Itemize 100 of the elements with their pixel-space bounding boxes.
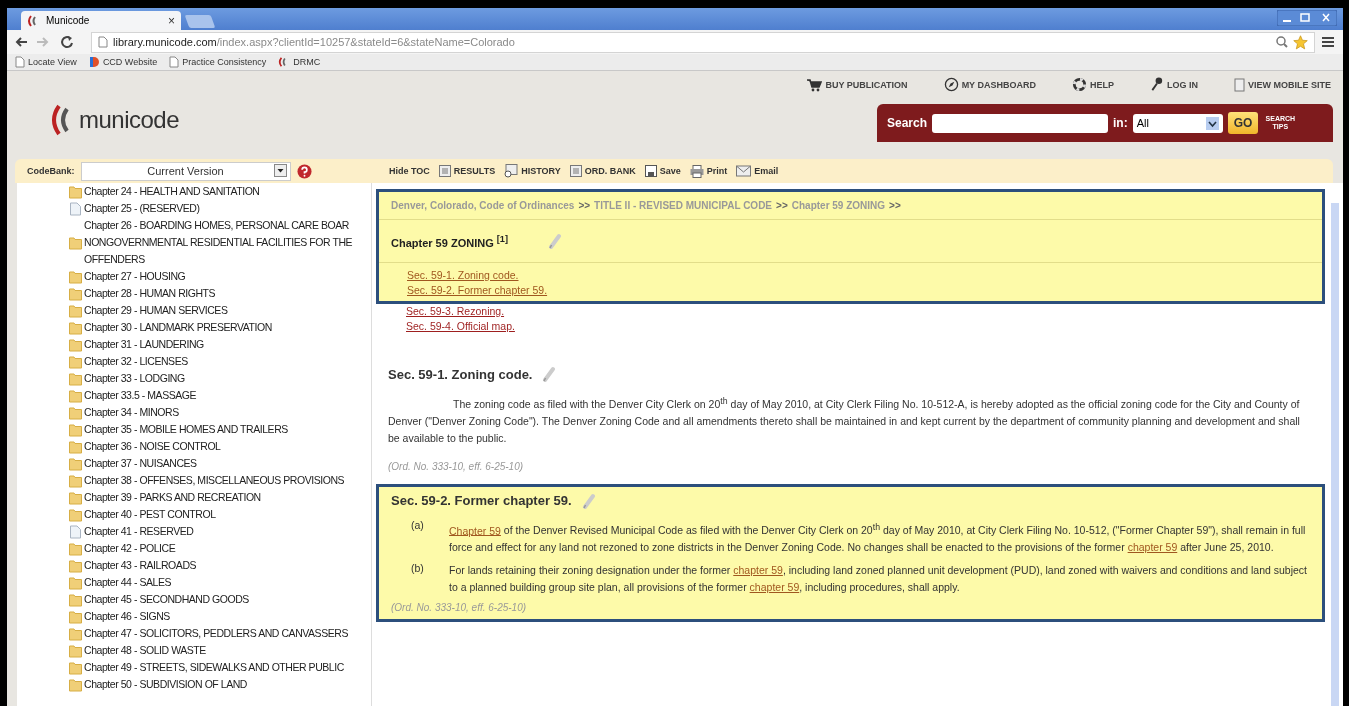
clause-label: (b) — [411, 562, 425, 576]
browser-tab[interactable]: Municode × — [21, 11, 181, 30]
toolbar-button[interactable]: Email — [736, 165, 779, 177]
folder-icon — [69, 609, 82, 624]
breadcrumb-separator: >> — [889, 200, 901, 211]
toc-item[interactable]: Chapter 24 - HEALTH AND SANITATION — [84, 183, 260, 200]
toc-item[interactable]: Chapter 31 - LAUNDERING — [84, 336, 204, 353]
toc-item[interactable]: Chapter 46 - SIGNS — [84, 608, 170, 625]
folder-icon — [69, 507, 82, 522]
folder-icon — [69, 558, 82, 573]
header-link[interactable]: VIEW MOBILE SITE — [1234, 77, 1331, 92]
history-icon — [504, 164, 519, 178]
bookmark-link[interactable]: CCD Website — [88, 56, 158, 68]
header-link[interactable]: MY DASHBOARD — [943, 77, 1036, 92]
toc-item[interactable]: Chapter 48 - SOLID WASTE — [84, 642, 206, 659]
bookmark-link[interactable]: Practice Consistency — [169, 56, 267, 68]
logo-text: municode — [79, 106, 180, 134]
header-link[interactable]: BUY PUBLICATION — [806, 77, 908, 92]
folder-icon — [69, 473, 82, 488]
chapter-title: Chapter 59 ZONING $^{[1]}$ — [391, 233, 508, 249]
window-controls-icon[interactable] — [1277, 10, 1337, 26]
folder-icon — [69, 337, 82, 352]
page-icon — [69, 524, 82, 539]
toc-item[interactable]: Chapter 41 - RESERVED — [84, 523, 194, 540]
toc-item[interactable]: Chapter 33.5 - MASSAGE — [84, 387, 197, 404]
toc-item[interactable]: Chapter 33 - LODGING — [84, 370, 185, 387]
toc-item[interactable]: Chapter 49 - STREETS, SIDEWALKS AND OTHER PUBLIC — [84, 659, 344, 676]
zoom-icon[interactable] — [1276, 36, 1288, 48]
folder-icon — [69, 490, 82, 505]
toc-item[interactable]: Chapter 35 - MOBILE HOMES AND TRAILERS — [84, 421, 288, 438]
toc-item[interactable]: Chapter 40 - PEST CONTROL — [84, 506, 216, 523]
toc-item[interactable]: Chapter 38 - OFFENSES, MISCELLANEOUS PROVISIONS — [84, 472, 345, 489]
scrollbar[interactable] — [1331, 203, 1339, 706]
toc-item[interactable]: Chapter 47 - SOLICITORS, PEDDLERS AND CANVASSERS — [84, 625, 348, 642]
header-link[interactable]: LOG IN — [1150, 77, 1198, 92]
envelope-icon — [736, 165, 752, 177]
chapter-link[interactable]: chapter 59 — [733, 564, 783, 576]
chapter-link[interactable]: chapter 59 — [1127, 541, 1178, 553]
toolbar-button[interactable]: Print — [689, 164, 728, 178]
folder-icon — [69, 422, 82, 437]
section-link[interactable]: Sec. 59-2. Former chapter 59. — [407, 283, 1322, 298]
toc-item[interactable]: Chapter 37 - NUISANCES — [84, 455, 197, 472]
toolbar-button[interactable]: ORD. BANK — [569, 165, 636, 177]
scope-dropdown[interactable]: All — [1132, 113, 1223, 133]
header-link[interactable]: HELP — [1071, 77, 1114, 92]
toc-item[interactable]: Chapter 43 - RAILROADS — [84, 557, 197, 574]
toolbar-button[interactable]: RESULTS — [438, 165, 496, 177]
bookmark-link[interactable]: Locate View — [15, 56, 77, 68]
folder-icon — [69, 303, 82, 318]
phone-icon — [1234, 77, 1245, 92]
page-icon — [169, 56, 180, 68]
tab-close-button[interactable]: × — [168, 13, 175, 28]
folder-icon — [69, 405, 82, 420]
go-button[interactable]: GO — [1227, 112, 1259, 134]
section-link[interactable]: Sec. 59-3. Rezoning. — [406, 304, 1325, 319]
folder-icon — [69, 592, 82, 607]
list-icon — [438, 165, 451, 177]
printer-icon — [689, 164, 704, 178]
toc-item[interactable]: Chapter 45 - SECONDHAND GOODS — [84, 591, 249, 608]
toolbar-button[interactable]: Hide TOC — [389, 166, 430, 176]
toc-item[interactable]: Chapter 28 - HUMAN RIGHTS — [84, 285, 216, 302]
toc-item[interactable]: Chapter 39 - PARKS AND RECREATION — [84, 489, 261, 506]
toc-item[interactable]: Chapter 42 - POLICE — [84, 540, 176, 557]
version-dropdown[interactable]: Current Version — [80, 161, 291, 181]
toc-item[interactable]: Chapter 36 - NOISE CONTROL — [84, 438, 221, 455]
cart-icon — [806, 77, 823, 92]
toc-item[interactable]: Chapter 44 - SALES — [84, 574, 172, 591]
menu-icon[interactable] — [1321, 36, 1335, 48]
page-icon — [15, 56, 25, 68]
section-link[interactable]: Sec. 59-1. Zoning code. — [407, 268, 1322, 283]
folder-icon — [69, 660, 82, 675]
section-link[interactable]: Sec. 59-4. Official map. — [406, 319, 1325, 334]
folder-icon — [69, 371, 82, 386]
lifebuoy-icon — [1071, 77, 1087, 92]
section-paragraph: For lands retaining their zoning designation under the former chapter 59, including land zoned planned unit development (PUD), land zoned with waivers and conditions and land subject to a planned building group site plan, all provisions of the former chapter 59, including procedures, shall apply. — [449, 563, 1309, 595]
folder-icon — [69, 541, 82, 556]
breadcrumb-separator: >> — [578, 200, 591, 211]
compass-icon — [943, 77, 959, 92]
toolbar-button[interactable]: Save — [644, 165, 681, 177]
toc-item[interactable]: Chapter 26 - BOARDING HOMES, PERSONAL CARE BOAR NONGOVERNMENTAL RESIDENTIAL FACILITIES FOR THE OFFENDERS — [84, 217, 371, 268]
search-label: Search — [887, 116, 928, 130]
breadcrumb-separator: >> — [776, 200, 788, 211]
toc-item[interactable]: Chapter 50 - SUBDIVISION OF LAND — [84, 676, 247, 693]
toc-item[interactable]: Chapter 34 - MINORS — [84, 404, 179, 421]
toc-item[interactable]: Chapter 29 - HUMAN SERVICES — [84, 302, 228, 319]
address-field[interactable]: library.municode.com/index.aspx?clientId=10257&stateId=6&stateName=Colorado — [91, 31, 1315, 53]
bookmark-link[interactable]: DRMC — [278, 56, 321, 68]
toc-item[interactable]: Chapter 27 - HOUSING — [84, 268, 186, 285]
toc-item[interactable]: Chapter 32 - LICENSES — [84, 353, 188, 370]
chapter-link[interactable]: Chapter 59 — [449, 524, 501, 536]
codebank-label: CodeBank: — [27, 166, 75, 176]
toc-item[interactable]: Chapter 30 - LANDMARK PRESERVATION — [84, 319, 272, 336]
section-heading: Sec. 59-2. Former chapter 59. — [391, 493, 572, 508]
toolbar-button[interactable]: HISTORY — [504, 164, 561, 178]
toc-item[interactable]: Chapter 25 - (RESERVED) — [84, 200, 200, 217]
search-field[interactable] — [932, 113, 1109, 133]
star-icon[interactable] — [1293, 34, 1308, 50]
folder-icon — [69, 235, 82, 250]
help-icon[interactable] — [296, 163, 312, 179]
folder-icon — [69, 677, 82, 692]
